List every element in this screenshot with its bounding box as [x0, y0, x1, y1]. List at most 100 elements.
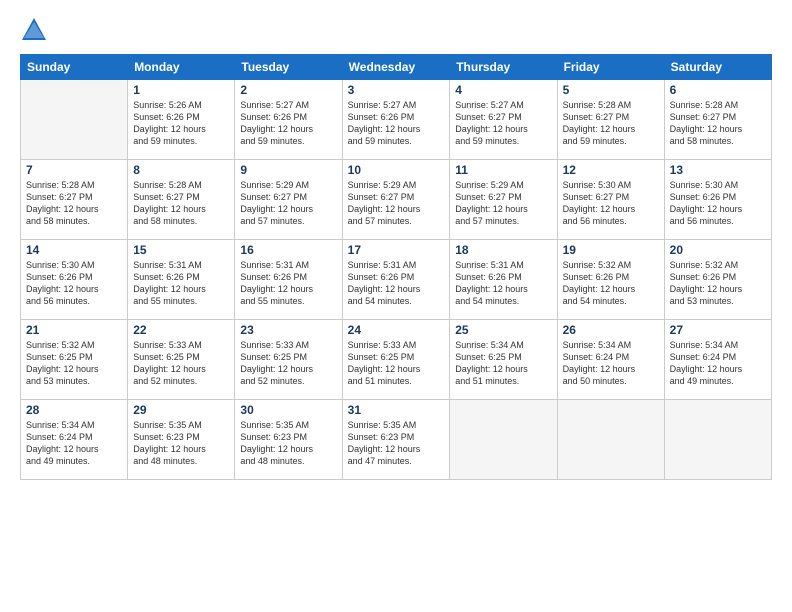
day-info: Sunrise: 5:33 AM Sunset: 6:25 PM Dayligh…: [240, 339, 336, 388]
calendar-cell: 25 Sunrise: 5:34 AM Sunset: 6:25 PM Dayli…: [450, 320, 557, 400]
day-number: 18: [455, 243, 551, 257]
calendar-cell: 11 Sunrise: 5:29 AM Sunset: 6:27 PM Dayli…: [450, 160, 557, 240]
weekday-monday: Monday: [128, 55, 235, 80]
day-info: Sunrise: 5:34 AM Sunset: 6:24 PM Dayligh…: [670, 339, 766, 388]
weekday-saturday: Saturday: [664, 55, 771, 80]
day-info: Sunrise: 5:32 AM Sunset: 6:25 PM Dayligh…: [26, 339, 122, 388]
calendar-cell: [21, 80, 128, 160]
week-row-4: 21 Sunrise: 5:32 AM Sunset: 6:25 PM Dayli…: [21, 320, 772, 400]
day-info: Sunrise: 5:28 AM Sunset: 6:27 PM Dayligh…: [563, 99, 659, 148]
day-number: 21: [26, 323, 122, 337]
calendar-cell: [664, 400, 771, 480]
logo-icon: [20, 16, 48, 44]
week-row-5: 28 Sunrise: 5:34 AM Sunset: 6:24 PM Dayli…: [21, 400, 772, 480]
day-info: Sunrise: 5:35 AM Sunset: 6:23 PM Dayligh…: [133, 419, 229, 468]
day-number: 27: [670, 323, 766, 337]
weekday-sunday: Sunday: [21, 55, 128, 80]
calendar-cell: 1 Sunrise: 5:26 AM Sunset: 6:26 PM Daylig…: [128, 80, 235, 160]
calendar-cell: 13 Sunrise: 5:30 AM Sunset: 6:26 PM Dayli…: [664, 160, 771, 240]
day-info: Sunrise: 5:32 AM Sunset: 6:26 PM Dayligh…: [670, 259, 766, 308]
day-number: 16: [240, 243, 336, 257]
weekday-tuesday: Tuesday: [235, 55, 342, 80]
calendar-cell: 26 Sunrise: 5:34 AM Sunset: 6:24 PM Dayli…: [557, 320, 664, 400]
day-number: 5: [563, 83, 659, 97]
day-info: Sunrise: 5:34 AM Sunset: 6:25 PM Dayligh…: [455, 339, 551, 388]
day-info: Sunrise: 5:28 AM Sunset: 6:27 PM Dayligh…: [670, 99, 766, 148]
logo: [20, 16, 52, 44]
calendar-cell: 21 Sunrise: 5:32 AM Sunset: 6:25 PM Dayli…: [21, 320, 128, 400]
calendar-cell: 29 Sunrise: 5:35 AM Sunset: 6:23 PM Dayli…: [128, 400, 235, 480]
calendar-cell: 22 Sunrise: 5:33 AM Sunset: 6:25 PM Dayli…: [128, 320, 235, 400]
day-number: 2: [240, 83, 336, 97]
day-number: 1: [133, 83, 229, 97]
calendar-cell: 2 Sunrise: 5:27 AM Sunset: 6:26 PM Daylig…: [235, 80, 342, 160]
calendar-cell: 7Sunrise: 5:28 AM Sunset: 6:27 PM Daylig…: [21, 160, 128, 240]
day-number: 30: [240, 403, 336, 417]
day-info: Sunrise: 5:31 AM Sunset: 6:26 PM Dayligh…: [348, 259, 445, 308]
day-info: Sunrise: 5:35 AM Sunset: 6:23 PM Dayligh…: [240, 419, 336, 468]
calendar-cell: 23 Sunrise: 5:33 AM Sunset: 6:25 PM Dayli…: [235, 320, 342, 400]
calendar-cell: 15 Sunrise: 5:31 AM Sunset: 6:26 PM Dayli…: [128, 240, 235, 320]
day-info: Sunrise: 5:34 AM Sunset: 6:24 PM Dayligh…: [26, 419, 122, 468]
day-number: 4: [455, 83, 551, 97]
header: [20, 16, 772, 44]
calendar-cell: 5 Sunrise: 5:28 AM Sunset: 6:27 PM Daylig…: [557, 80, 664, 160]
day-number: 24: [348, 323, 445, 337]
weekday-thursday: Thursday: [450, 55, 557, 80]
day-info: Sunrise: 5:29 AM Sunset: 6:27 PM Dayligh…: [455, 179, 551, 228]
day-number: 11: [455, 163, 551, 177]
day-info: Sunrise: 5:27 AM Sunset: 6:26 PM Dayligh…: [240, 99, 336, 148]
calendar-cell: 17Sunrise: 5:31 AM Sunset: 6:26 PM Dayli…: [342, 240, 450, 320]
weekday-friday: Friday: [557, 55, 664, 80]
day-info: Sunrise: 5:33 AM Sunset: 6:25 PM Dayligh…: [133, 339, 229, 388]
day-number: 3: [348, 83, 445, 97]
day-number: 22: [133, 323, 229, 337]
day-info: Sunrise: 5:32 AM Sunset: 6:26 PM Dayligh…: [563, 259, 659, 308]
day-info: Sunrise: 5:26 AM Sunset: 6:26 PM Dayligh…: [133, 99, 229, 148]
day-number: 6: [670, 83, 766, 97]
calendar-cell: 14 Sunrise: 5:30 AM Sunset: 6:26 PM Dayli…: [21, 240, 128, 320]
calendar-cell: 31Sunrise: 5:35 AM Sunset: 6:23 PM Dayli…: [342, 400, 450, 480]
day-info: Sunrise: 5:30 AM Sunset: 6:26 PM Dayligh…: [670, 179, 766, 228]
calendar: SundayMondayTuesdayWednesdayThursdayFrid…: [20, 54, 772, 480]
day-number: 29: [133, 403, 229, 417]
day-number: 28: [26, 403, 122, 417]
calendar-cell: 28 Sunrise: 5:34 AM Sunset: 6:24 PM Dayli…: [21, 400, 128, 480]
day-number: 26: [563, 323, 659, 337]
calendar-cell: 27 Sunrise: 5:34 AM Sunset: 6:24 PM Dayli…: [664, 320, 771, 400]
page: SundayMondayTuesdayWednesdayThursdayFrid…: [0, 0, 792, 612]
day-info: Sunrise: 5:30 AM Sunset: 6:26 PM Dayligh…: [26, 259, 122, 308]
day-number: 15: [133, 243, 229, 257]
day-info: Sunrise: 5:35 AM Sunset: 6:23 PM Dayligh…: [348, 419, 445, 468]
day-info: Sunrise: 5:33 AM Sunset: 6:25 PM Dayligh…: [348, 339, 445, 388]
day-info: Sunrise: 5:27 AM Sunset: 6:27 PM Dayligh…: [455, 99, 551, 148]
day-number: 8: [133, 163, 229, 177]
day-number: 12: [563, 163, 659, 177]
calendar-cell: 4 Sunrise: 5:27 AM Sunset: 6:27 PM Daylig…: [450, 80, 557, 160]
calendar-cell: 6 Sunrise: 5:28 AM Sunset: 6:27 PM Daylig…: [664, 80, 771, 160]
day-info: Sunrise: 5:30 AM Sunset: 6:27 PM Dayligh…: [563, 179, 659, 228]
day-number: 10: [348, 163, 445, 177]
weekday-wednesday: Wednesday: [342, 55, 450, 80]
calendar-cell: 16Sunrise: 5:31 AM Sunset: 6:26 PM Dayli…: [235, 240, 342, 320]
day-info: Sunrise: 5:31 AM Sunset: 6:26 PM Dayligh…: [455, 259, 551, 308]
calendar-cell: 3Sunrise: 5:27 AM Sunset: 6:26 PM Daylig…: [342, 80, 450, 160]
week-row-2: 7Sunrise: 5:28 AM Sunset: 6:27 PM Daylig…: [21, 160, 772, 240]
day-number: 9: [240, 163, 336, 177]
day-number: 19: [563, 243, 659, 257]
day-number: 23: [240, 323, 336, 337]
week-row-3: 14 Sunrise: 5:30 AM Sunset: 6:26 PM Dayli…: [21, 240, 772, 320]
calendar-cell: 19 Sunrise: 5:32 AM Sunset: 6:26 PM Dayli…: [557, 240, 664, 320]
day-info: Sunrise: 5:31 AM Sunset: 6:26 PM Dayligh…: [133, 259, 229, 308]
day-info: Sunrise: 5:28 AM Sunset: 6:27 PM Dayligh…: [133, 179, 229, 228]
day-number: 13: [670, 163, 766, 177]
calendar-cell: 10 Sunrise: 5:29 AM Sunset: 6:27 PM Dayli…: [342, 160, 450, 240]
day-info: Sunrise: 5:34 AM Sunset: 6:24 PM Dayligh…: [563, 339, 659, 388]
day-info: Sunrise: 5:29 AM Sunset: 6:27 PM Dayligh…: [240, 179, 336, 228]
calendar-cell: 12 Sunrise: 5:30 AM Sunset: 6:27 PM Dayli…: [557, 160, 664, 240]
day-number: 25: [455, 323, 551, 337]
day-info: Sunrise: 5:29 AM Sunset: 6:27 PM Dayligh…: [348, 179, 445, 228]
day-number: 14: [26, 243, 122, 257]
day-number: 20: [670, 243, 766, 257]
day-info: Sunrise: 5:28 AM Sunset: 6:27 PM Dayligh…: [26, 179, 122, 228]
